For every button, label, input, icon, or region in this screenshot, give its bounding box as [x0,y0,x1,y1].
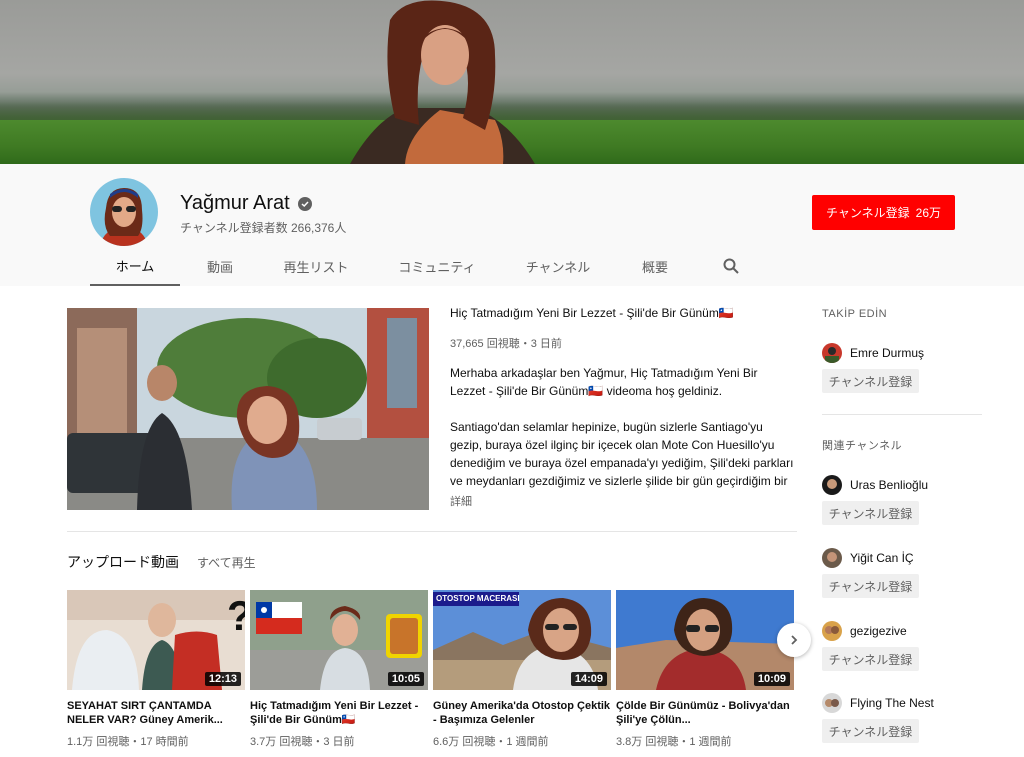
channel-avatar [822,343,842,363]
sidebar-channel-emre[interactable]: Emre Durmuş [822,343,924,363]
chile-flag-icon [256,602,302,634]
tab-videos[interactable]: 動画 [190,246,250,286]
featured-video-meta: 37,665 回視聴・3 日前 [450,338,562,350]
video-meta: 3.7万 回視聴・3 日前 [250,736,355,748]
video-title[interactable]: Güney Amerika'da Otostop Çektik - Başımı… [433,699,611,727]
video-thumbnail[interactable]: 10:09 [616,590,794,690]
video-card[interactable]: 10:05 Hiç Tatmadığım Yeni Bir Lezzet - Ş… [250,590,428,749]
video-thumbnail[interactable]: ? 12:13 [67,590,245,690]
featured-video-title[interactable]: Hiç Tatmadığım Yeni Bir Lezzet - Şili'de… [450,306,734,320]
channel-name: Flying The Nest [850,696,934,710]
video-duration: 10:09 [753,672,790,686]
video-thumbnail[interactable]: OTOSTOP MACERASI 14:09 [433,590,611,690]
video-meta: 1.1万 回視聴・17 時間前 [67,736,189,748]
related-channels-title: 関連チャンネル [822,440,903,452]
video-duration: 12:13 [204,672,241,686]
video-duration: 10:05 [387,672,424,686]
main-content: Hiç Tatmadığım Yeni Bir Lezzet - Şili'de… [0,286,1024,757]
video-meta: 6.6万 回視聴・1 週間前 [433,736,549,748]
subscribe-button[interactable]: チャンネル登録 26万 [812,195,955,230]
search-icon[interactable] [722,257,740,275]
featured-video-thumbnail[interactable] [67,308,429,510]
description-paragraph: Merhaba arkadaşlar ben Yağmur, Hiç Tatma… [450,366,758,398]
section-divider [67,531,797,532]
sidebar-channel-flying-the-nest[interactable]: Flying The Nest [822,693,934,713]
tab-playlists[interactable]: 再生リスト [276,246,356,286]
video-card[interactable]: OTOSTOP MACERASI 14:09 Güney Amerika'da … [433,590,611,749]
channel-avatar [822,548,842,568]
carousel-next-button[interactable] [777,623,811,657]
sidebar-channel-gezigezive[interactable]: gezigezive [822,621,907,641]
video-title[interactable]: Hiç Tatmadığım Yeni Bir Lezzet - Şili'de… [250,699,428,727]
subscribe-count: 26万 [915,206,941,220]
channel-banner [0,0,1024,164]
channel-avatar [822,693,842,713]
channel-avatar [822,621,842,641]
video-duration: 14:09 [570,672,607,686]
subscribe-button[interactable]: チャンネル登録 [822,501,919,525]
play-all-button[interactable]: すべて再生 [197,554,256,571]
channel-name: Yiğit Can İÇ [850,551,914,565]
thumbnail-caption: OTOSTOP MACERASI [436,594,520,603]
video-title[interactable]: Çölde Bir Günümüz - Bolivya'dan Şili'ye … [616,699,794,727]
video-card[interactable]: ? 12:13 SEYAHAT SIRT ÇANTAMDA NELER VAR?… [67,590,245,749]
chevron-right-icon [791,635,798,645]
video-title[interactable]: SEYAHAT SIRT ÇANTAMDA NELER VAR? Güney A… [67,699,245,727]
tab-home[interactable]: ホーム [90,246,180,286]
tab-about[interactable]: 概要 [630,246,680,286]
description-paragraph: Santiago'dan selamlar hepinize, bugün si… [450,420,794,488]
channel-name: Emre Durmuş [850,346,925,360]
channel-header: Yağmur Arat チャンネル登録者数 266,376人 チャンネル登録 2… [0,164,1024,286]
tab-channels[interactable]: チャンネル [518,246,598,286]
channel-avatar [822,475,842,495]
channel-tabs: ホーム 動画 再生リスト コミュニティ チャンネル 概要 [90,246,790,286]
sidebar-divider [822,414,982,415]
banner-person-image [350,0,535,164]
uploads-section-title[interactable]: アップロード動画 [67,552,179,572]
subscribe-button[interactable]: チャンネル登録 [822,647,919,671]
subscribe-label: チャンネル登録 [825,206,910,220]
video-card[interactable]: 10:09 Çölde Bir Günümüz - Bolivya'dan Şi… [616,590,794,749]
featured-video-description: Merhaba arkadaşlar ben Yağmur, Hiç Tatma… [450,364,795,508]
channel-name: Uras Benlioğlu [850,478,929,492]
svg-text:?: ? [227,592,245,639]
channel-name: Yağmur Arat [180,192,312,215]
tab-community[interactable]: コミュニティ [392,246,482,286]
read-more-link[interactable]: 詳細 [450,493,472,509]
verified-check-icon [297,196,312,211]
sidebar-channel-uras[interactable]: Uras Benlioğlu [822,475,928,495]
subscribe-button[interactable]: チャンネル登録 [822,719,919,743]
subscriber-count: チャンネル登録者数 266,376人 [180,221,347,235]
follow-section-title: TAKİP EDİN [822,308,888,320]
subscribe-button[interactable]: チャンネル登録 [822,574,919,598]
sidebar-channel-yigit[interactable]: Yiğit Can İÇ [822,548,914,568]
subscribe-button[interactable]: チャンネル登録 [822,369,919,393]
channel-name: gezigezive [850,624,907,638]
video-thumbnail[interactable]: 10:05 [250,590,428,690]
channel-avatar[interactable] [90,178,158,246]
video-meta: 3.8万 回視聴・1 週間前 [616,736,732,748]
